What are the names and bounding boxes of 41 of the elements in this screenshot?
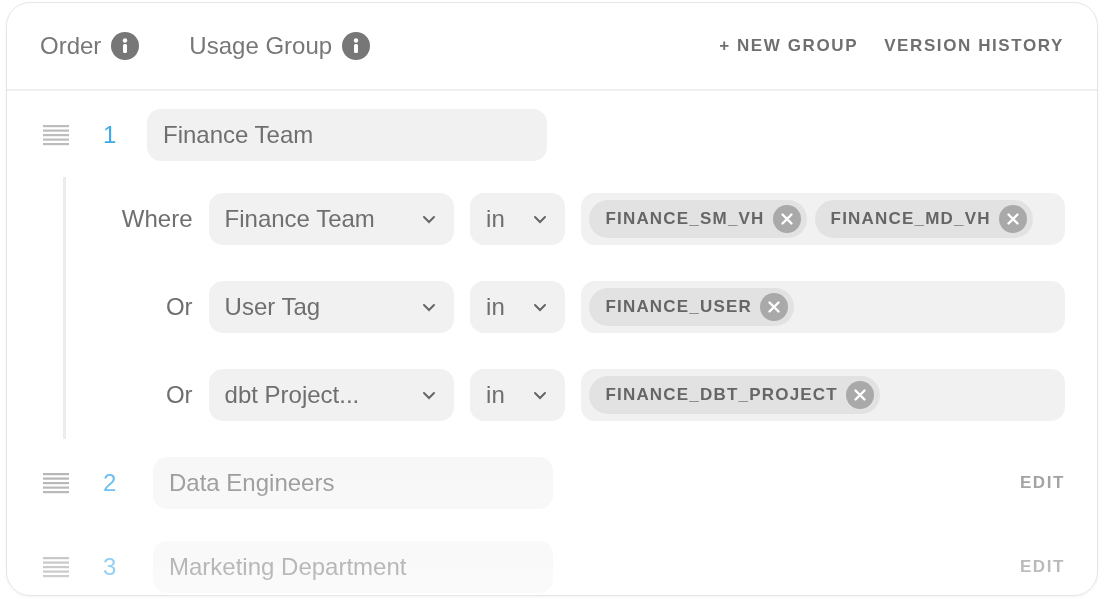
value-tag: FINANCE_USER [589, 288, 795, 326]
operator-dropdown[interactable]: in [470, 193, 566, 245]
info-icon [342, 32, 371, 60]
chevron-down-icon [533, 214, 548, 224]
drag-handle-icon[interactable] [43, 556, 69, 578]
header-action-button[interactable]: + NEW GROUP [719, 33, 859, 59]
chevron-down-icon [533, 302, 548, 312]
chevron-down-icon [422, 214, 437, 224]
chevron-down-icon [422, 390, 437, 400]
remove-icon[interactable] [760, 293, 789, 321]
value-tag: FINANCE_MD_VH [814, 200, 1033, 238]
operator-dropdown[interactable]: in [470, 281, 566, 333]
group-name-field[interactable]: Data Engineers [153, 457, 553, 509]
group-name-field[interactable]: Finance Team [147, 109, 547, 161]
order-number: 2 [103, 468, 118, 498]
info-icon [111, 32, 140, 60]
column-header: Usage Group [189, 31, 333, 61]
attribute-dropdown[interactable]: Finance Team [208, 193, 455, 245]
tag-input-field[interactable]: FINANCE_DBT_PROJECT [581, 369, 1065, 421]
drag-handle-icon[interactable] [43, 472, 69, 494]
order-number: 3 [103, 552, 118, 582]
attribute-dropdown[interactable]: User Tag [208, 281, 455, 333]
tag-input-field[interactable]: FINANCE_USER [581, 281, 1065, 333]
attribute-dropdown[interactable]: dbt Project... [208, 369, 455, 421]
chevron-down-icon [422, 302, 437, 312]
condition-connector: Or [164, 292, 193, 322]
remove-icon[interactable] [998, 205, 1027, 233]
remove-icon[interactable] [845, 381, 874, 409]
chevron-down-icon [533, 390, 548, 400]
condition-connector: Where [120, 204, 193, 234]
drag-handle-icon[interactable] [43, 124, 69, 146]
column-header: Order [40, 31, 102, 61]
header-action-button[interactable]: VERSION HISTORY [884, 33, 1064, 59]
order-number: 1 [103, 120, 118, 150]
value-tag: FINANCE_DBT_PROJECT [589, 376, 880, 414]
edit-button[interactable]: EDIT [1019, 470, 1065, 496]
condition-connector: Or [164, 380, 193, 410]
remove-icon[interactable] [772, 205, 801, 233]
value-tag: FINANCE_SM_VH [589, 200, 807, 238]
tag-input-field[interactable]: FINANCE_SM_VH FINANCE_MD_VH [581, 193, 1065, 245]
operator-dropdown[interactable]: in [470, 369, 566, 421]
